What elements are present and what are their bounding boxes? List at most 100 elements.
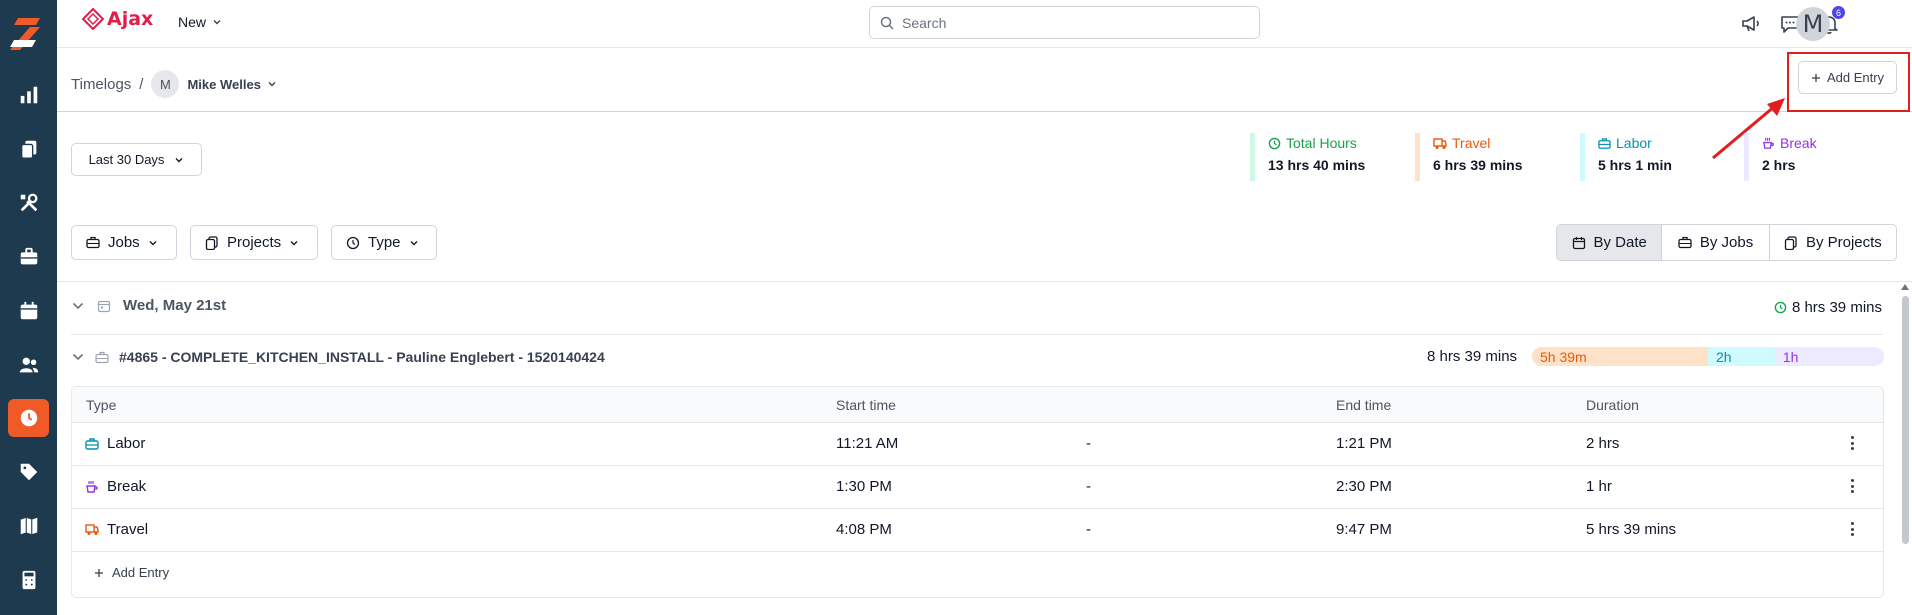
stat-break-label: Break [1780,135,1817,151]
table-row[interactable]: Break 1:30 PM - 2:30 PM 1 hr [72,466,1883,509]
column-header-duration[interactable]: Duration [1586,397,1639,413]
jobs-filter-label: Jobs [108,234,140,251]
chevron-down-icon [72,302,84,309]
end-time-cell: 1:21 PM [1336,435,1392,452]
stat-travel-value: 6 hrs 39 mins [1433,157,1523,173]
clock-icon [346,236,360,249]
sidebar-item-map[interactable] [8,507,49,545]
type-cell: Labor [85,435,145,452]
stat-break-value: 2 hrs [1762,157,1796,173]
documents-icon [20,140,36,159]
truck-icon [1433,137,1447,149]
toolbox-icon [1598,137,1611,149]
view-by-projects-label: By Projects [1805,234,1882,251]
briefcase-icon [20,247,37,265]
megaphone-icon [1742,16,1759,32]
end-time-cell: 2:30 PM [1336,478,1392,495]
brand-logo[interactable]: Ajax [82,8,153,30]
sidebar-item-documents[interactable] [8,130,49,168]
calculator-icon [22,570,35,590]
map-icon [20,517,37,535]
sidebar-item-reports[interactable] [8,76,49,114]
jobs-filter-button[interactable]: Jobs [71,225,177,260]
type-label: Break [107,478,147,495]
type-filter-button[interactable]: Type [331,225,437,260]
table-add-entry-button[interactable]: Add Entry [94,565,169,580]
chevron-down-icon [175,157,183,162]
column-header-type[interactable]: Type [86,397,116,413]
day-group-date: Wed, May 21st [123,297,227,314]
projects-filter-button[interactable]: Projects [190,225,318,260]
chevron-down-icon [268,82,276,87]
scrollbar[interactable] [1900,282,1910,615]
new-label: New [178,14,207,30]
breadcrumb: Timelogs / M Mike Welles [71,70,277,98]
table-row[interactable]: Labor 11:21 AM - 1:21 PM 2 hrs [72,423,1883,466]
chevron-down-icon [149,240,157,245]
stat-travel: Travel 6 hrs 39 mins [1415,133,1523,181]
time-separator: - [1086,435,1091,452]
stat-travel-label: Travel [1452,135,1491,151]
notification-count-badge: 6 [1832,6,1845,19]
coffee-icon [1763,137,1774,149]
app-logo-icon[interactable] [6,14,50,54]
view-toggle-group: By Date By Jobs By Projects [1556,224,1897,261]
ajax-logo-icon [82,8,104,30]
sidebar-item-calculator[interactable] [8,561,49,599]
sidebar-item-tools[interactable] [8,184,49,222]
stat-total-hours-label: Total Hours [1286,135,1357,151]
date-range-dropdown[interactable]: Last 30 Days [71,143,202,176]
sidebar-item-calendar[interactable] [8,292,49,330]
scroll-thumb[interactable] [1902,296,1909,544]
row-actions-menu-icon[interactable] [1848,433,1856,453]
chevron-down-icon [290,240,298,245]
calendar-icon [20,301,37,320]
briefcase-icon [95,351,109,363]
table-row[interactable]: Travel 4:08 PM - 9:47 PM 5 hrs 39 mins [72,509,1883,552]
stat-total-hours: Total Hours 13 hrs 40 mins [1250,133,1365,181]
view-by-jobs-button[interactable]: By Jobs [1662,225,1770,260]
row-actions-menu-icon[interactable] [1848,476,1856,496]
type-cell: Break [85,478,146,495]
column-header-end-time[interactable]: End time [1336,397,1391,413]
tag-icon [20,463,37,481]
chevron-down-icon [72,353,84,361]
job-breakdown-segment: 5h 39m [1532,347,1708,366]
job-group-header[interactable]: #4865 - COMPLETE_KITCHEN_INSTALL - Pauli… [71,349,605,365]
row-actions-menu-icon[interactable] [1848,519,1856,539]
job-breakdown-segment: 1h [1774,347,1839,366]
sidebar-item-users[interactable] [8,346,49,384]
new-menu-button[interactable]: New [178,14,222,30]
column-header-start-time[interactable]: Start time [836,397,896,413]
timelog-table: Type Start time End time Duration Labor … [71,386,1884,598]
announcements-button[interactable] [1738,11,1764,37]
coffee-icon [86,480,98,493]
sidebar-item-timelogs[interactable] [8,399,49,437]
search-icon [880,16,894,30]
users-icon [19,357,38,373]
day-group-header[interactable]: Wed, May 21st [71,297,226,314]
chevron-down-icon [213,20,221,25]
search-box[interactable] [869,6,1260,39]
row-divider [71,334,1883,335]
sidebar-item-jobs[interactable] [8,238,49,276]
user-selector[interactable]: Mike Welles [187,77,276,92]
view-by-date-button[interactable]: By Date [1557,225,1663,260]
sidebar-item-tags[interactable] [8,453,49,491]
breadcrumb-timelogs[interactable]: Timelogs [71,76,131,93]
job-group-title: #4865 - COMPLETE_KITCHEN_INSTALL - Pauli… [119,349,605,365]
scroll-up-arrow-icon[interactable] [1901,284,1909,290]
user-avatar[interactable]: M [1796,7,1830,41]
start-time-cell: 4:08 PM [836,521,892,538]
truck-icon [85,524,99,535]
content-divider [57,281,1912,282]
page-header: Timelogs / M Mike Welles [57,48,1912,112]
chevron-down-icon [410,240,418,245]
view-by-projects-button[interactable]: By Projects [1770,225,1896,260]
type-label: Travel [107,521,149,538]
table-header: Type Start time End time Duration [72,387,1883,423]
highlight-annotation-box [1787,52,1910,112]
brand-name: Ajax [107,8,154,30]
chart-icon [20,86,37,104]
search-input[interactable] [902,14,1242,31]
